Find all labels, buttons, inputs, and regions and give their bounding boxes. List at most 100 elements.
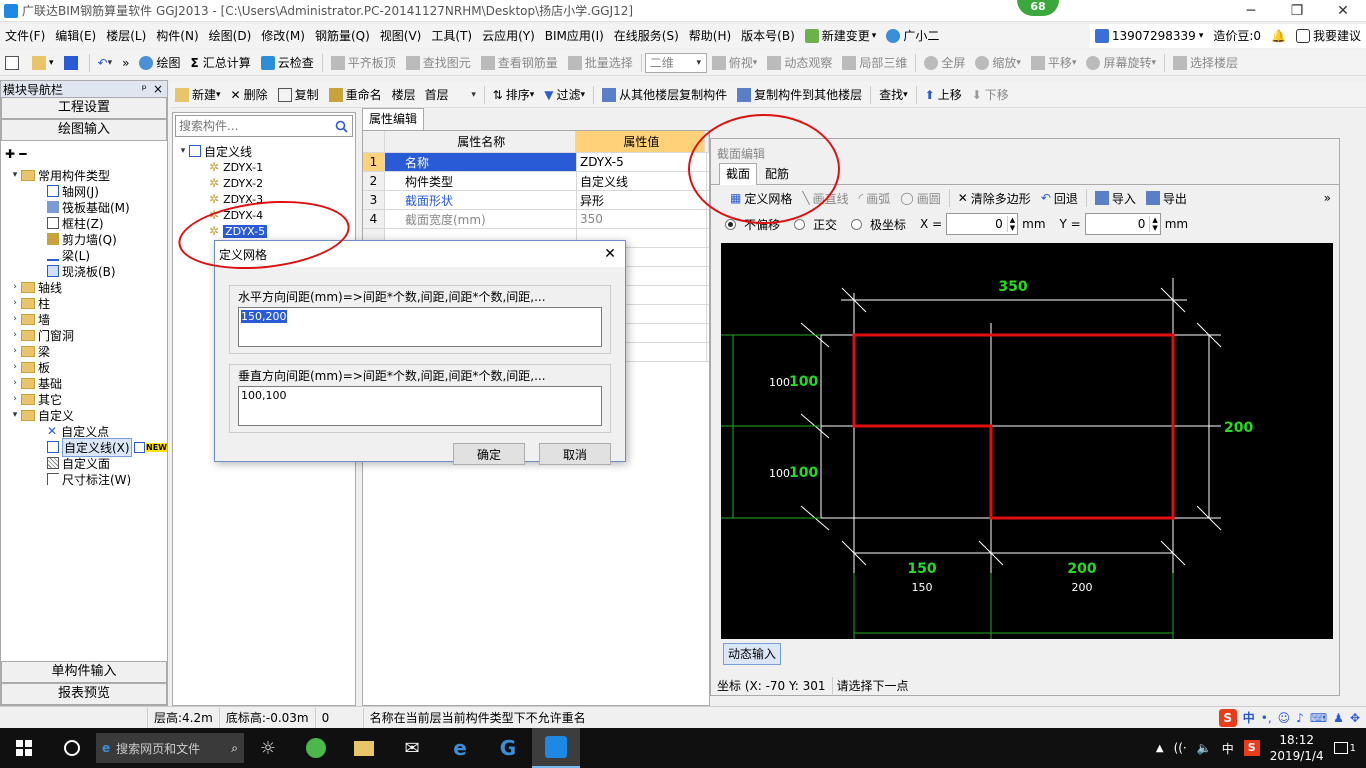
draw-circle-button[interactable]: ◯ 画圆 (895, 186, 945, 210)
menu-edit[interactable]: 编辑(E) (50, 24, 101, 48)
radio-orthogonal[interactable] (794, 218, 806, 230)
windows-start-icon[interactable] (0, 728, 48, 768)
emoji-icon[interactable]: ☺ (1278, 711, 1291, 725)
assistant-button[interactable]: 广小二 (881, 24, 944, 48)
volume-icon[interactable]: 🔈 (1197, 741, 1212, 755)
green-app-icon[interactable] (292, 728, 340, 768)
report-preview-button[interactable]: 报表预览 (1, 683, 167, 705)
tree-folder-column[interactable]: › 柱 (1, 295, 167, 311)
dynamic-input-button[interactable]: 动态输入 (723, 643, 782, 665)
keyboard-icon[interactable]: ⌨ (1310, 711, 1327, 725)
menu-floor[interactable]: 楼层(L) (101, 24, 151, 48)
expand-collapse-icons[interactable]: ✚ ━ (1, 141, 167, 167)
new-file-icon[interactable] (0, 51, 27, 75)
notifications-button[interactable]: 1 (1333, 742, 1356, 754)
menu-version[interactable]: 版本号(B) (736, 24, 800, 48)
tree-cast-slab[interactable]: 现浇板(B) (1, 263, 167, 279)
tree-folder-axis[interactable]: › 轴线 (1, 279, 167, 295)
more-icon[interactable]: » (1324, 191, 1331, 205)
tree-shear-wall[interactable]: 剪力墙(Q) (1, 231, 167, 247)
tree-raft-foundation[interactable]: 筏板基础(M) (1, 199, 167, 215)
tab-property-edit[interactable]: 属性编辑 (362, 108, 424, 130)
glodon-g-icon[interactable]: G (484, 728, 532, 768)
top-view-button[interactable]: 俯视 ▾ (707, 51, 763, 75)
clock[interactable]: 18:12 2019/1/4 (1270, 732, 1324, 764)
import-button[interactable]: 导入 (1090, 186, 1141, 210)
ime-mode[interactable]: 中 (1243, 709, 1255, 726)
menu-online[interactable]: 在线服务(S) (609, 24, 684, 48)
menu-bim[interactable]: BIM应用(I) (540, 24, 609, 48)
clear-polygon-button[interactable]: ✕ 清除多边形 (953, 186, 1036, 210)
filter-button[interactable]: ▼ 过滤 ▾ (539, 83, 590, 107)
menu-rebar[interactable]: 钢筋量(Q) (310, 24, 375, 48)
file-explorer-icon[interactable] (340, 728, 388, 768)
menu-file[interactable]: 文件(F) (0, 24, 50, 48)
table-row[interactable]: 4 截面宽度(mm) 350 (363, 210, 709, 229)
pin-icon[interactable]: ᵖ (142, 82, 147, 96)
search-icon[interactable] (330, 116, 352, 136)
network-icon[interactable]: ((· (1174, 741, 1187, 755)
fullscreen-button[interactable]: 全屏 (919, 51, 970, 75)
list-item[interactable]: ✲ ZDYX-3 (173, 191, 355, 207)
tree-dimension[interactable]: 尺寸标注(W) (1, 471, 167, 487)
move-up-button[interactable]: ⬆ 上移 (920, 83, 967, 107)
ggj-app-icon[interactable] (532, 728, 580, 768)
menu-component[interactable]: 构件(N) (151, 24, 203, 48)
menu-view[interactable]: 视图(V) (375, 24, 427, 48)
radio-polar[interactable] (851, 218, 863, 230)
sort-button[interactable]: ⇅ 排序 ▾ (488, 83, 540, 107)
spinner-icon[interactable]: ▲ ▼ (1006, 216, 1017, 232)
chevron-up-icon[interactable]: ▲ (1156, 743, 1164, 754)
new-button[interactable]: 新建 ▾ (170, 83, 226, 107)
tree-folder-wall[interactable]: › 墙 (1, 311, 167, 327)
x-input[interactable]: 0 ▲ ▼ (946, 213, 1019, 235)
floor-select[interactable]: 首层 ▾ (421, 85, 481, 105)
sogou-tray-icon[interactable]: S (1243, 740, 1260, 756)
export-button[interactable]: 导出 (1141, 186, 1192, 210)
edge-browser-icon[interactable]: e (436, 728, 484, 768)
rename-button[interactable]: 重命名 (324, 83, 387, 107)
y-input[interactable]: 0 ▲ ▼ (1084, 213, 1161, 235)
local-3d-button[interactable]: 局部三维 (837, 51, 912, 75)
taskbar-search[interactable]: e 搜索网页和文件 ⌕ (96, 733, 244, 763)
tree-folder-custom[interactable]: ▾ 自定义 (1, 407, 167, 423)
view-rebar-button[interactable]: 查看钢筋量 (476, 51, 563, 75)
undo-icon[interactable]: ↶ ▾ (93, 51, 118, 75)
close-button[interactable]: ✕ (1320, 0, 1366, 22)
tree-custom-line[interactable]: 自定义线(X) NEW (1, 437, 167, 457)
list-item[interactable]: ✲ ZDYX-4 (173, 207, 355, 223)
cancel-button[interactable]: 取消 (539, 443, 611, 465)
tree-folder-slab[interactable]: › 板 (1, 359, 167, 375)
define-grid-button[interactable]: ▦ 定义网格 (725, 186, 797, 210)
tree-folder-other[interactable]: › 其它 (1, 391, 167, 407)
tree-frame-column[interactable]: 框柱(Z) (1, 215, 167, 231)
copy-from-floor-button[interactable]: 从其他楼层复制构件 (597, 83, 732, 107)
mail-icon[interactable]: ✉ (388, 728, 436, 768)
zoom-button[interactable]: 缩放 ▾ (970, 51, 1026, 75)
property-value[interactable]: 自定义线 (577, 172, 707, 190)
table-row[interactable]: 1 名称 ZDYX-5 (363, 153, 709, 172)
open-folder-icon[interactable]: ▾ (27, 51, 59, 75)
cortana-icon[interactable] (48, 728, 96, 768)
list-item[interactable]: ✲ ZDYX-2 (173, 175, 355, 191)
table-row[interactable]: 3 截面形状 异形 (363, 191, 709, 210)
radio-no-offset[interactable] (725, 218, 736, 230)
horizontal-spacing-input[interactable]: 150,200 (238, 307, 602, 347)
select-floor-button[interactable]: 选择楼层 (1168, 51, 1243, 75)
ok-button[interactable]: 确定 (453, 443, 525, 465)
suggest-button[interactable]: 我要建议 (1291, 24, 1366, 48)
spiral-app-icon[interactable]: ☼ (244, 728, 292, 768)
component-root[interactable]: ▾ 自定义线 (173, 143, 355, 159)
dialog-close-button[interactable]: ✕ (595, 246, 625, 262)
shirt-icon[interactable]: ♟ (1333, 711, 1344, 725)
menu-draw[interactable]: 绘图(D) (204, 24, 257, 48)
undo-button[interactable]: ↶ 回退 (1036, 186, 1083, 210)
find-element-button[interactable]: 查找图元 (401, 51, 476, 75)
tree-folder-openings[interactable]: › 门窗洞 (1, 327, 167, 343)
align-top-button[interactable]: 平齐板顶 (326, 51, 401, 75)
sogou-icon[interactable]: S (1218, 708, 1237, 727)
tree-folder-foundation[interactable]: › 基础 (1, 375, 167, 391)
move-down-button[interactable]: ⬇ 下移 (967, 83, 1014, 107)
tree-beam[interactable]: 梁(L) (1, 247, 167, 263)
property-value[interactable]: 350 (577, 210, 707, 228)
